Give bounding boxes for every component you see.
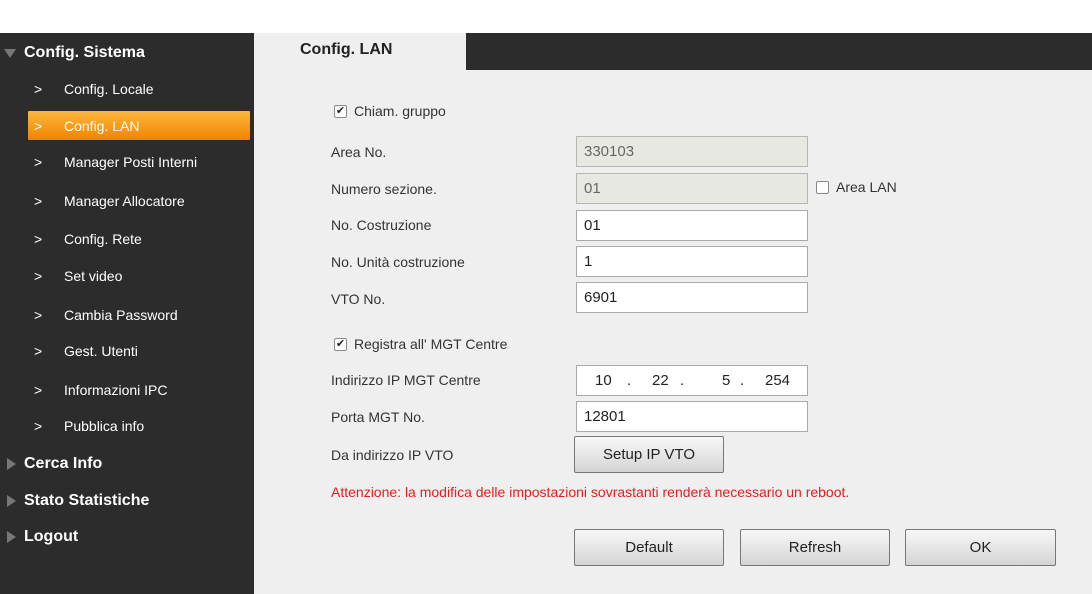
area-lan-checkbox[interactable] bbox=[816, 181, 829, 194]
sidebar-item-label: Config. LAN bbox=[64, 117, 140, 134]
sidebar-item-config-rete[interactable]: > Config. Rete bbox=[34, 227, 142, 251]
group-call-label: Chiam. gruppo bbox=[354, 103, 446, 119]
top-bar bbox=[0, 0, 1092, 33]
section-no-field[interactable]: 01 bbox=[576, 173, 808, 204]
default-button[interactable]: Default bbox=[574, 529, 724, 566]
sidebar-item-label: Manager Allocatore bbox=[64, 193, 185, 209]
sidebar-item-label: Manager Posti Interni bbox=[64, 154, 198, 170]
chevron-right-icon: > bbox=[34, 193, 43, 209]
setup-ip-vto-button[interactable]: Setup IP VTO bbox=[574, 436, 724, 473]
main-content: Config. LAN ✔ Chiam. gruppo Area No. 330… bbox=[254, 33, 1092, 594]
chevron-right-icon: > bbox=[34, 154, 43, 170]
chevron-right-icon: > bbox=[34, 418, 43, 434]
sidebar-section-label: Cerca Info bbox=[24, 455, 103, 472]
sidebar-section-label: Config. Sistema bbox=[24, 44, 145, 61]
sidebar-item-gest-utenti[interactable]: > Gest. Utenti bbox=[34, 339, 138, 363]
collapsed-triangle-icon bbox=[7, 531, 16, 543]
vto-ip-label: Da indirizzo IP VTO bbox=[331, 447, 454, 463]
sidebar-item-label: Pubblica info bbox=[64, 418, 145, 434]
chevron-right-icon: > bbox=[34, 117, 43, 134]
register-mgt-label: Registra all' MGT Centre bbox=[354, 336, 508, 352]
ip-octet-1[interactable]: 10 bbox=[595, 372, 612, 389]
sidebar-item-manager-allocatore[interactable]: > Manager Allocatore bbox=[34, 189, 185, 213]
checkmark-icon: ✔ bbox=[335, 338, 346, 350]
mgt-ip-label: Indirizzo IP MGT Centre bbox=[331, 372, 481, 388]
sidebar-item-label: Config. Locale bbox=[64, 81, 154, 97]
chevron-right-icon: > bbox=[34, 343, 43, 359]
sidebar-item-label: Gest. Utenti bbox=[64, 343, 138, 359]
sidebar-item-informazioni-ipc[interactable]: > Informazioni IPC bbox=[34, 378, 167, 402]
sidebar-item-label: Cambia Password bbox=[64, 307, 178, 323]
mgt-ip-field[interactable]: 10 . 22 . 5 . 254 bbox=[576, 365, 808, 396]
sidebar-item-manager-posti-interni[interactable]: > Manager Posti Interni bbox=[34, 150, 197, 174]
chevron-right-icon: > bbox=[34, 268, 43, 284]
area-lan-label: Area LAN bbox=[836, 179, 897, 195]
mgt-port-field[interactable]: 12801 bbox=[576, 401, 808, 432]
building-no-label: No. Costruzione bbox=[331, 217, 432, 233]
reboot-warning: Attenzione: la modifica delle impostazio… bbox=[331, 484, 850, 500]
vto-no-field[interactable]: 6901 bbox=[576, 282, 808, 313]
sidebar-item-pubblica-info[interactable]: > Pubblica info bbox=[34, 414, 144, 438]
section-no-label: Numero sezione. bbox=[331, 181, 437, 197]
area-no-field[interactable]: 330103 bbox=[576, 136, 808, 167]
building-unit-field[interactable]: 1 bbox=[576, 246, 808, 277]
sidebar-section-label: Stato Statistiche bbox=[24, 492, 150, 509]
chevron-right-icon: > bbox=[34, 81, 43, 97]
register-mgt-checkbox[interactable]: ✔ bbox=[334, 338, 347, 351]
chevron-right-icon: > bbox=[34, 231, 43, 247]
collapsed-triangle-icon bbox=[7, 495, 16, 507]
area-no-label: Area No. bbox=[331, 144, 387, 160]
sidebar-section-stato-statistiche[interactable]: Stato Statistiche bbox=[7, 488, 150, 514]
sidebar-section-label: Logout bbox=[24, 528, 79, 545]
sidebar-item-config-lan[interactable]: > Config. LAN bbox=[28, 111, 250, 140]
sidebar-item-cambia-password[interactable]: > Cambia Password bbox=[34, 303, 178, 327]
collapsed-triangle-icon bbox=[7, 458, 16, 470]
mgt-port-label: Porta MGT No. bbox=[331, 409, 425, 425]
settings-panel: ✔ Chiam. gruppo Area No. 330103 Numero s… bbox=[254, 70, 1092, 594]
ip-dot: . bbox=[627, 372, 632, 389]
ip-octet-2[interactable]: 22 bbox=[652, 372, 669, 389]
sidebar-section-logout[interactable]: Logout bbox=[7, 524, 79, 550]
tab-config-lan[interactable]: Config. LAN bbox=[254, 33, 466, 70]
chevron-right-icon: > bbox=[34, 307, 43, 323]
ip-octet-4[interactable]: 254 bbox=[765, 372, 790, 389]
building-no-field[interactable]: 01 bbox=[576, 210, 808, 241]
ok-button[interactable]: OK bbox=[905, 529, 1056, 566]
sidebar-item-label: Set video bbox=[64, 268, 123, 284]
ip-octet-3[interactable]: 5 bbox=[722, 372, 730, 389]
checkmark-icon: ✔ bbox=[335, 105, 346, 117]
building-unit-label: No. Unità costruzione bbox=[331, 254, 465, 270]
expanded-triangle-icon bbox=[4, 49, 16, 58]
vto-no-label: VTO No. bbox=[331, 291, 386, 307]
group-call-checkbox[interactable]: ✔ bbox=[334, 105, 347, 118]
refresh-button[interactable]: Refresh bbox=[740, 529, 890, 566]
sidebar-section-config-sistema[interactable]: Config. Sistema bbox=[4, 40, 145, 66]
sidebar-item-label: Config. Rete bbox=[64, 231, 142, 247]
sidebar-item-label: Informazioni IPC bbox=[64, 382, 168, 398]
tab-strip: Config. LAN bbox=[254, 33, 1092, 70]
sidebar-item-set-video[interactable]: > Set video bbox=[34, 264, 122, 288]
sidebar-section-cerca-info[interactable]: Cerca Info bbox=[7, 451, 103, 477]
sidebar-item-config-locale[interactable]: > Config. Locale bbox=[34, 77, 154, 101]
ip-dot: . bbox=[740, 372, 745, 389]
chevron-right-icon: > bbox=[34, 382, 43, 398]
ip-dot: . bbox=[680, 372, 685, 389]
sidebar: Config. Sistema > Config. Locale > Confi… bbox=[0, 33, 254, 594]
